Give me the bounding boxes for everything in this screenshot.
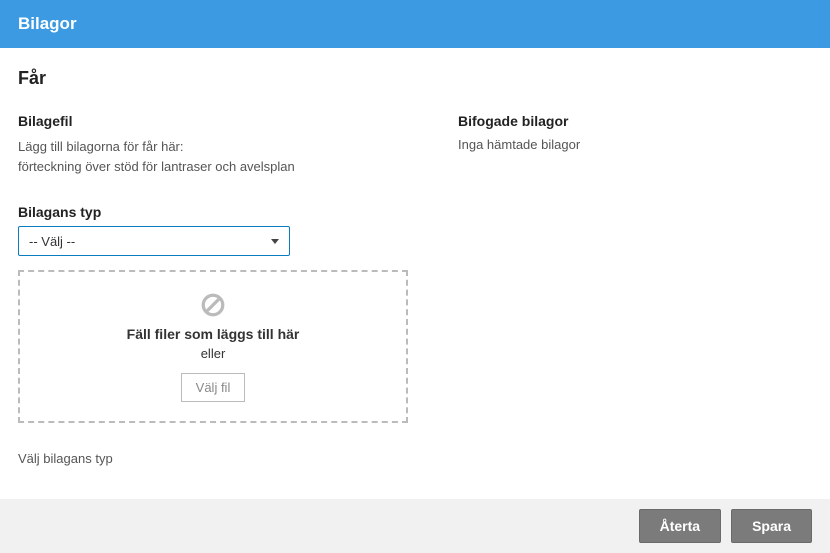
dropzone-or: eller	[201, 346, 226, 361]
type-select-wrap: -- Välj --	[18, 226, 290, 256]
no-attachments-text: Inga hämtade bilagor	[458, 137, 812, 152]
chevron-down-icon	[271, 239, 279, 244]
save-button[interactable]: Spara	[731, 509, 812, 543]
help-text: Lägg till bilagorna för får här: förteck…	[18, 137, 418, 176]
footer-bar: Återta Spara	[0, 499, 830, 553]
section-title: Får	[18, 68, 812, 89]
not-allowed-icon	[200, 292, 226, 318]
file-label: Bilagefil	[18, 113, 418, 129]
choose-file-button[interactable]: Välj fil	[181, 373, 246, 402]
help-line2: förteckning över stöd för lantraser och …	[18, 159, 295, 174]
right-column: Bifogade bilagor Inga hämtade bilagor	[458, 113, 812, 466]
type-hint: Välj bilagans typ	[18, 451, 418, 466]
left-column: Bilagefil Lägg till bilagorna för får hä…	[18, 113, 418, 466]
attached-label: Bifogade bilagor	[458, 113, 812, 129]
revert-button[interactable]: Återta	[639, 509, 721, 543]
type-select[interactable]: -- Välj --	[18, 226, 290, 256]
help-line1: Lägg till bilagorna för får här:	[18, 139, 183, 154]
header-title: Bilagor	[18, 14, 77, 33]
content-area: Får Bilagefil Lägg till bilagorna för få…	[0, 48, 830, 466]
columns: Bilagefil Lägg till bilagorna för får hä…	[18, 113, 812, 466]
header-bar: Bilagor	[0, 0, 830, 48]
file-dropzone[interactable]: Fäll filer som läggs till här eller Välj…	[18, 270, 408, 423]
dropzone-title: Fäll filer som läggs till här	[127, 326, 300, 342]
type-select-value: -- Välj --	[29, 234, 75, 249]
type-label: Bilagans typ	[18, 204, 418, 220]
